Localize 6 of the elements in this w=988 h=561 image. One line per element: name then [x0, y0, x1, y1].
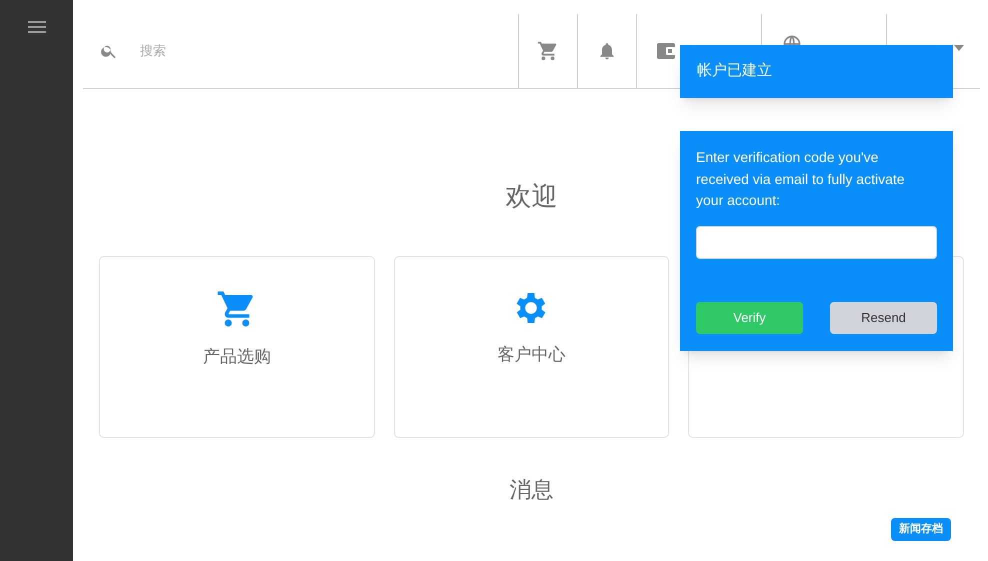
toast-title: 帐户已建立: [697, 61, 772, 82]
card-label: 产品选购: [202, 346, 271, 368]
section-heading: 消息: [510, 476, 554, 504]
card-label: 客户中心: [497, 344, 566, 366]
page-heading: 欢迎: [506, 180, 558, 213]
verification-message: Enter verification code you've received via email to fully activate your account:: [696, 148, 906, 210]
